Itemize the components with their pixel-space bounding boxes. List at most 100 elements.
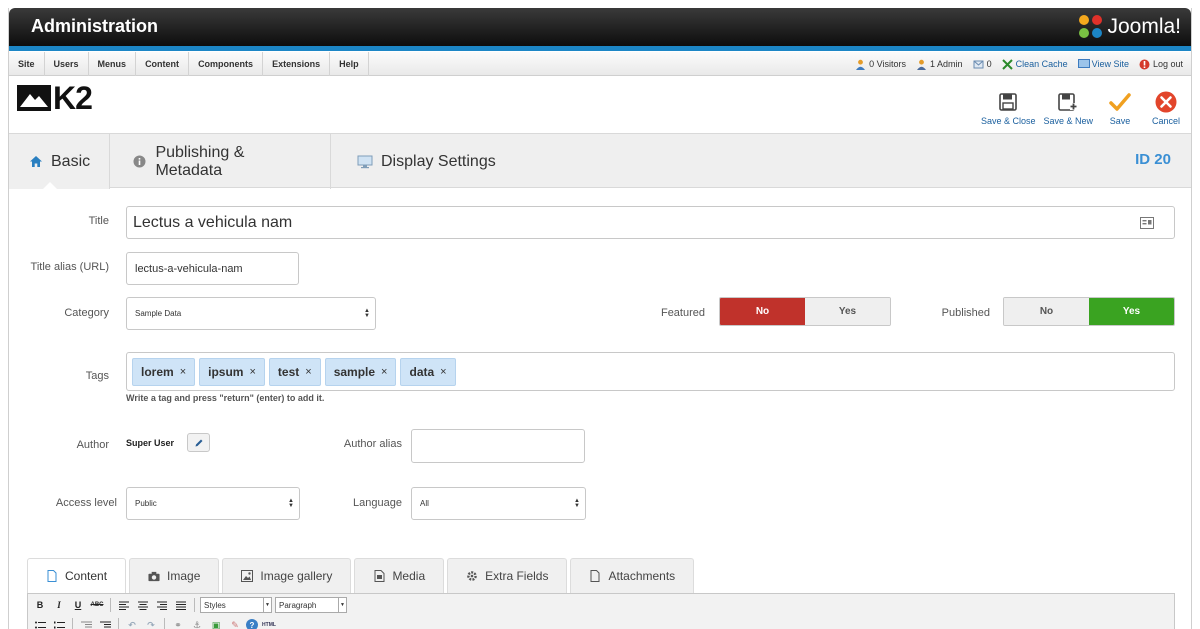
joomla-logo[interactable]: Joomla! [1079, 12, 1181, 42]
published-yes-option[interactable]: Yes [1089, 298, 1174, 325]
header-title: Administration [31, 16, 159, 36]
view-site-link[interactable]: View Site [1077, 58, 1129, 70]
author-alias-input[interactable] [411, 429, 585, 463]
featured-yes-option[interactable]: Yes [805, 298, 890, 325]
tag-text: data [409, 365, 435, 379]
underline-icon[interactable]: U [70, 597, 86, 613]
anchor-icon[interactable]: ⚓ [189, 617, 205, 629]
menu-item-users[interactable]: Users [45, 52, 89, 76]
admins-status[interactable]: 1 Admin [916, 59, 963, 70]
save-button[interactable]: Save [1101, 91, 1139, 126]
floppy-plus-icon [1057, 91, 1079, 113]
joomla-logo-icon [1079, 15, 1103, 39]
language-select[interactable]: All ▲ ▼ [411, 487, 586, 520]
author-label: Author [76, 439, 109, 451]
paragraph-label: Paragraph [279, 600, 317, 610]
published-no-option[interactable]: No [1004, 298, 1089, 325]
save-new-button[interactable]: Save & New [1043, 91, 1093, 126]
undo-icon[interactable]: ↶ [124, 617, 140, 629]
tag-item: data × [400, 358, 456, 386]
italic-icon[interactable]: I [51, 597, 67, 613]
strikethrough-icon[interactable]: ABC [89, 597, 105, 613]
tab-display-settings[interactable]: Display Settings [331, 134, 521, 189]
menu-item-extensions[interactable]: Extensions [263, 52, 331, 76]
remove-tag-icon[interactable]: × [249, 366, 255, 378]
featured-no-option[interactable]: No [720, 298, 805, 325]
featured-label: Featured [660, 307, 705, 319]
cleanup-icon[interactable]: ✎ [227, 617, 243, 629]
clean-cache-label: Clean Cache [1015, 59, 1068, 69]
clean-cache-link[interactable]: Clean Cache [1001, 58, 1068, 70]
tab-image-gallery[interactable]: Image gallery [222, 558, 352, 593]
align-left-icon[interactable] [116, 597, 132, 613]
menu-item-menus[interactable]: Menus [89, 52, 137, 76]
tab-attachments[interactable]: Attachments [570, 558, 695, 593]
tab-content[interactable]: Content [27, 558, 127, 593]
menu-item-help[interactable]: Help [330, 52, 369, 76]
alias-label: Title alias (URL) [30, 261, 109, 273]
tab-basic[interactable]: Basic [9, 134, 110, 190]
tab-media[interactable]: Media [354, 558, 445, 593]
alias-input[interactable]: lectus-a-vehicula-nam [126, 252, 299, 285]
numbered-list-icon[interactable] [51, 617, 67, 629]
admin-header: Administration Joomla! [9, 8, 1191, 46]
tab-publishing[interactable]: Publishing & Metadata [110, 134, 331, 189]
logout-label: Log out [1152, 59, 1183, 69]
tab-image[interactable]: Image [129, 558, 220, 593]
toolbar-separator [72, 618, 73, 629]
messages-icon [973, 59, 984, 70]
indent-icon[interactable] [97, 617, 113, 629]
home-icon [29, 154, 43, 170]
bullet-list-icon[interactable] [32, 617, 48, 629]
styles-select[interactable]: Styles ▼ [200, 597, 272, 613]
paragraph-select[interactable]: Paragraph ▼ [275, 597, 347, 613]
save-close-button[interactable]: Save & Close [981, 91, 1035, 126]
visitors-icon [855, 59, 866, 70]
link-icon[interactable]: ⚭ [170, 617, 186, 629]
logout-link[interactable]: Log out [1139, 59, 1183, 70]
title-input[interactable]: Lectus a vehicula nam [126, 206, 1175, 239]
outdent-icon[interactable] [78, 617, 94, 629]
edit-author-button[interactable] [187, 433, 210, 452]
tab-extra-fields[interactable]: Extra Fields [447, 558, 568, 593]
messages-status[interactable]: 0 [973, 59, 992, 70]
redo-icon[interactable]: ↷ [143, 617, 159, 629]
featured-toggle: No Yes [719, 297, 891, 326]
menu-item-content[interactable]: Content [136, 52, 190, 76]
styles-label: Styles [204, 600, 226, 610]
menu-list: Site Users Menus Content Components Exte… [9, 52, 369, 76]
cancel-label: Cancel [1151, 116, 1180, 126]
html-source-icon[interactable]: HTML [261, 617, 277, 629]
remove-tag-icon[interactable]: × [180, 366, 186, 378]
align-right-icon[interactable] [154, 597, 170, 613]
bold-icon[interactable]: B [32, 597, 48, 613]
visitors-status[interactable]: 0 Visitors [855, 59, 906, 70]
remove-tag-icon[interactable]: × [305, 366, 311, 378]
access-level-select[interactable]: Public ▲ ▼ [126, 487, 300, 520]
alias-value: lectus-a-vehicula-nam [135, 262, 243, 275]
image-insert-icon[interactable]: ▣ [208, 617, 224, 629]
help-icon[interactable]: ? [246, 619, 258, 629]
align-justify-icon[interactable] [173, 597, 189, 613]
component-toolbar: K2 Save & Close Save & New Save Cancel [9, 77, 1191, 141]
admin-user-icon [916, 59, 927, 70]
published-label: Published [941, 307, 990, 319]
tag-item: lorem × [132, 358, 196, 386]
menu-item-components[interactable]: Components [189, 52, 264, 76]
save-new-label: Save & New [1043, 116, 1093, 126]
chevron-updown-icon: ▲ ▼ [364, 307, 370, 319]
remove-tag-icon[interactable]: × [381, 366, 387, 378]
category-select[interactable]: Sample Data ▲ ▼ [126, 297, 376, 330]
tags-input[interactable]: lorem × ipsum × test × sample × data × [126, 352, 1175, 391]
tab-basic-label: Basic [51, 152, 91, 170]
tag-item: test × [268, 358, 321, 386]
remove-tag-icon[interactable]: × [440, 366, 446, 378]
access-level-value: Public [135, 499, 157, 508]
title-field-icon[interactable] [1140, 216, 1154, 234]
align-center-icon[interactable] [135, 597, 151, 613]
cancel-button[interactable]: Cancel [1147, 91, 1185, 126]
k2-logo: K2 [17, 82, 93, 114]
status-bar: 0 Visitors 1 Admin 0 Clean Cache View Si… [855, 52, 1183, 76]
menu-item-site[interactable]: Site [9, 52, 45, 76]
active-tab-caret [42, 182, 58, 190]
